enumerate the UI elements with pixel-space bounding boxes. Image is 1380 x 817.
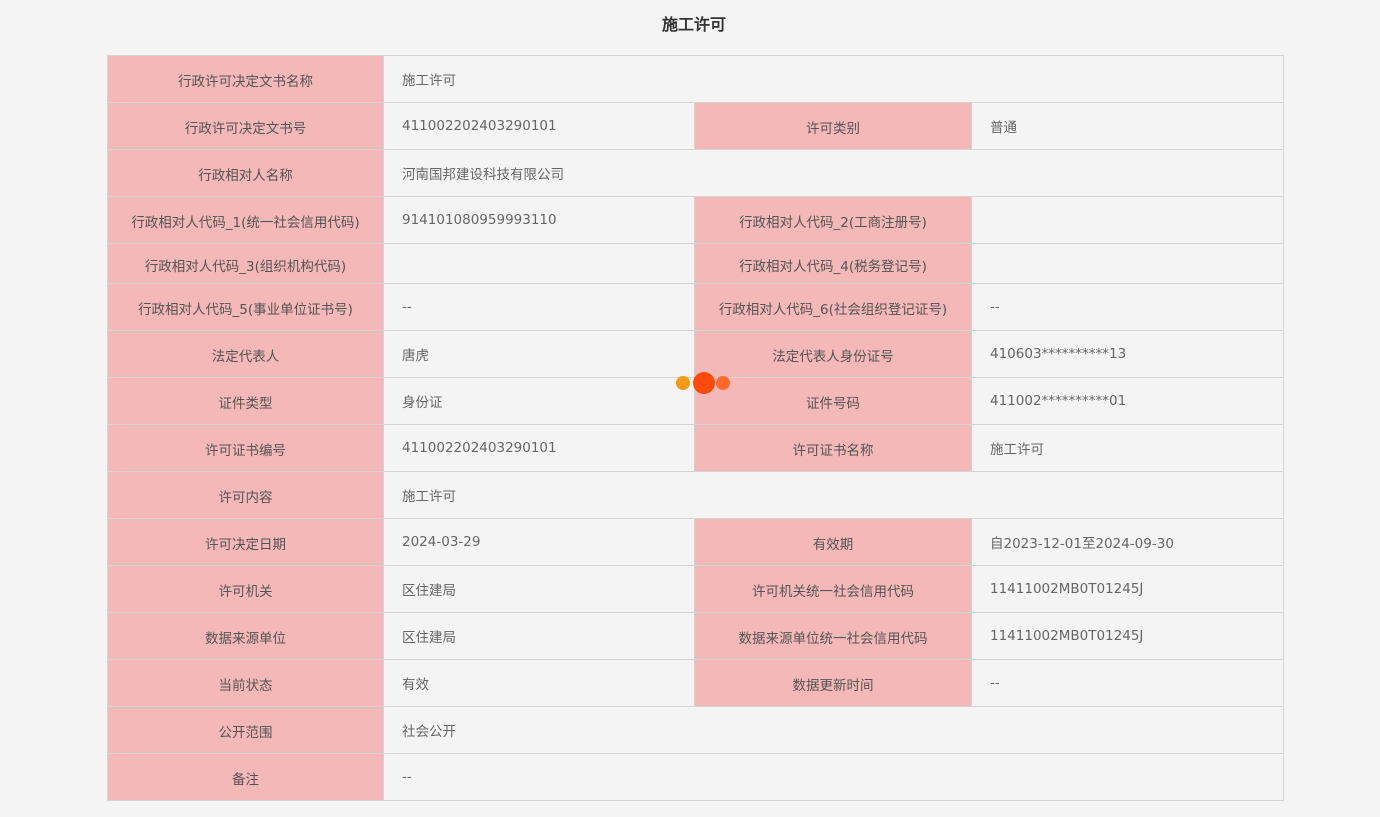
table-row: 公开范围 社会公开 xyxy=(107,706,1285,754)
page-title: 施工许可 xyxy=(661,15,726,34)
field-value: -- xyxy=(383,283,695,331)
field-value: 普通 xyxy=(970,102,1285,150)
field-value: 社会公开 xyxy=(382,706,1285,754)
field-label: 数据更新时间 xyxy=(694,659,972,707)
table-row: 法定代表人 唐虎 法定代表人身份证号 410603**********13 xyxy=(107,330,1285,378)
field-label: 许可机关 xyxy=(107,565,384,613)
field-label: 行政相对人代码_5(事业单位证书号) xyxy=(107,283,384,331)
loading-indicator xyxy=(674,372,734,394)
field-value: 11411002MB0T01245J xyxy=(970,565,1285,613)
table-row: 许可机关 区住建局 许可机关统一社会信用代码 11411002MB0T01245… xyxy=(107,565,1285,613)
field-label: 许可类别 xyxy=(694,102,972,150)
field-label: 行政相对人代码_2(工商注册号) xyxy=(694,196,972,244)
page: 施工许可 行政许可决定文书名称 施工许可 行政许可决定文书号 411002202… xyxy=(0,0,1380,817)
field-value: -- xyxy=(970,659,1285,707)
field-value: 河南国邦建设科技有限公司 xyxy=(382,149,1285,197)
field-value: 2024-03-29 xyxy=(383,518,695,566)
field-label: 备注 xyxy=(107,753,384,801)
field-label: 许可证书编号 xyxy=(107,424,384,472)
field-value: 施工许可 xyxy=(970,424,1285,472)
field-label: 公开范围 xyxy=(107,706,384,754)
field-value: 区住建局 xyxy=(383,565,695,613)
field-value: 唐虎 xyxy=(383,330,695,378)
field-value xyxy=(383,243,695,284)
table-row: 行政相对人代码_1(统一社会信用代码) 914101080959993110 行… xyxy=(107,196,1285,244)
field-label: 法定代表人身份证号 xyxy=(694,330,972,378)
field-value: 有效 xyxy=(383,659,695,707)
permit-info-table: 行政许可决定文书名称 施工许可 行政许可决定文书号 41100220240329… xyxy=(107,55,1285,801)
field-value: 411002**********01 xyxy=(970,377,1285,425)
field-value: -- xyxy=(382,753,1285,801)
table-row: 当前状态 有效 数据更新时间 -- xyxy=(107,659,1285,707)
loading-dot-icon xyxy=(693,372,715,394)
field-label: 数据来源单位 xyxy=(107,612,384,660)
field-value: 自2023-12-01至2024-09-30 xyxy=(970,518,1285,566)
field-value: 施工许可 xyxy=(382,471,1285,519)
field-value xyxy=(970,243,1285,284)
field-label: 许可决定日期 xyxy=(107,518,384,566)
table-row: 备注 -- xyxy=(107,753,1285,801)
table-row: 许可决定日期 2024-03-29 有效期 自2023-12-01至2024-0… xyxy=(107,518,1285,566)
field-value: 410603**********13 xyxy=(970,330,1285,378)
table-row: 行政许可决定文书号 411002202403290101 许可类别 普通 xyxy=(107,102,1285,150)
field-label: 证件类型 xyxy=(107,377,384,425)
field-value: 411002202403290101 xyxy=(383,424,695,472)
field-label: 行政相对人代码_3(组织机构代码) xyxy=(107,243,384,284)
field-label: 行政相对人代码_4(税务登记号) xyxy=(694,243,972,284)
field-value: 914101080959993110 xyxy=(383,196,695,244)
table-row: 行政相对人代码_5(事业单位证书号) -- 行政相对人代码_6(社会组织登记证号… xyxy=(107,283,1285,331)
field-value: -- xyxy=(970,283,1285,331)
field-value: 411002202403290101 xyxy=(383,102,695,150)
table-row: 行政相对人代码_3(组织机构代码) 行政相对人代码_4(税务登记号) xyxy=(107,243,1285,284)
table-row: 行政许可决定文书名称 施工许可 xyxy=(107,55,1285,103)
field-label: 许可机关统一社会信用代码 xyxy=(694,565,972,613)
field-label: 当前状态 xyxy=(107,659,384,707)
field-value: 区住建局 xyxy=(383,612,695,660)
field-value: 施工许可 xyxy=(382,55,1285,103)
field-label: 行政许可决定文书名称 xyxy=(107,55,384,103)
field-label: 数据来源单位统一社会信用代码 xyxy=(694,612,972,660)
table-row: 数据来源单位 区住建局 数据来源单位统一社会信用代码 11411002MB0T0… xyxy=(107,612,1285,660)
loading-dot-icon xyxy=(716,376,730,390)
field-label: 行政相对人代码_1(统一社会信用代码) xyxy=(107,196,384,244)
field-value: 11411002MB0T01245J xyxy=(970,612,1285,660)
table-row: 许可证书编号 411002202403290101 许可证书名称 施工许可 xyxy=(107,424,1285,472)
field-label: 许可证书名称 xyxy=(694,424,972,472)
field-value: 身份证 xyxy=(383,377,695,425)
field-label: 行政相对人名称 xyxy=(107,149,384,197)
field-label: 行政相对人代码_6(社会组织登记证号) xyxy=(694,283,972,331)
field-label: 许可内容 xyxy=(107,471,384,519)
field-label: 法定代表人 xyxy=(107,330,384,378)
field-value xyxy=(970,196,1285,244)
table-row: 行政相对人名称 河南国邦建设科技有限公司 xyxy=(107,149,1285,197)
field-label: 有效期 xyxy=(694,518,972,566)
loading-dot-icon xyxy=(676,376,690,390)
field-label: 行政许可决定文书号 xyxy=(107,102,384,150)
field-label: 证件号码 xyxy=(694,377,972,425)
table-row: 许可内容 施工许可 xyxy=(107,471,1285,519)
